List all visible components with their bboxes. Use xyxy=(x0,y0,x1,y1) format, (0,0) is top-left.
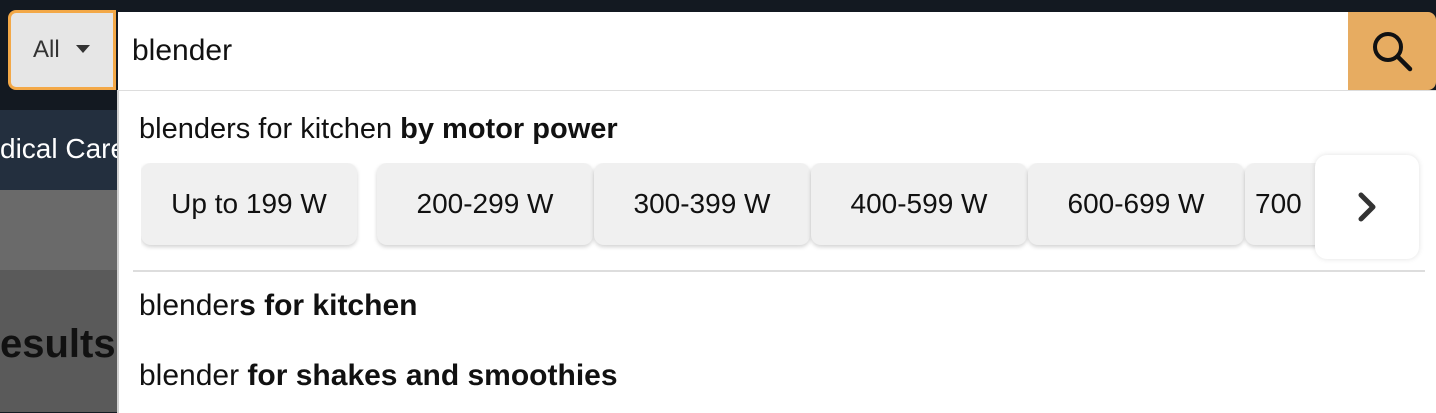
chevron-right-icon xyxy=(1358,192,1376,222)
search-scope-label: All xyxy=(33,36,60,63)
chip-700w-partial[interactable]: 700 xyxy=(1245,163,1321,245)
suggestion-heading-prefix: blenders for kitchen xyxy=(139,113,401,145)
magnifier-icon xyxy=(1373,32,1413,72)
search-bar: All xyxy=(8,10,1436,94)
suggestion-item[interactable]: blenders for kitchen xyxy=(139,289,417,323)
search-scope-dropdown[interactable]: All xyxy=(8,10,116,90)
chip-600-699w[interactable]: 600-699 W xyxy=(1028,163,1244,245)
suggestion-prefix: blender xyxy=(139,359,248,392)
search-suggestions-dropdown: blenders for kitchen by motor power Up t… xyxy=(117,90,1436,413)
search-input[interactable] xyxy=(118,12,1348,90)
suggestion-item[interactable]: blender for shakes and smoothies xyxy=(139,359,618,393)
suggestion-heading[interactable]: blenders for kitchen by motor power xyxy=(139,113,618,146)
background-results-heading: esults xyxy=(0,322,116,366)
chip-200-299w[interactable]: 200-299 W xyxy=(377,163,593,245)
chip-300-399w[interactable]: 300-399 W xyxy=(594,163,810,245)
background-nav-link[interactable]: dical Care xyxy=(0,133,126,165)
suggestion-heading-bold: by motor power xyxy=(400,113,618,145)
caret-down-icon xyxy=(75,45,90,53)
suggestion-prefix: blender xyxy=(139,289,240,322)
suggestion-bold: s for kitchen xyxy=(239,289,418,322)
chip-400-599w[interactable]: 400-599 W xyxy=(811,163,1027,245)
search-button[interactable] xyxy=(1348,12,1436,90)
chip-up-to-199w[interactable]: Up to 199 W xyxy=(141,163,357,245)
divider xyxy=(133,270,1425,272)
suggestion-bold: for shakes and smoothies xyxy=(247,359,618,392)
chips-next-button[interactable] xyxy=(1315,155,1419,259)
refinement-chips: Up to 199 W 200-299 W 300-399 W 400-599 … xyxy=(141,163,1321,253)
background-banner xyxy=(0,190,118,270)
